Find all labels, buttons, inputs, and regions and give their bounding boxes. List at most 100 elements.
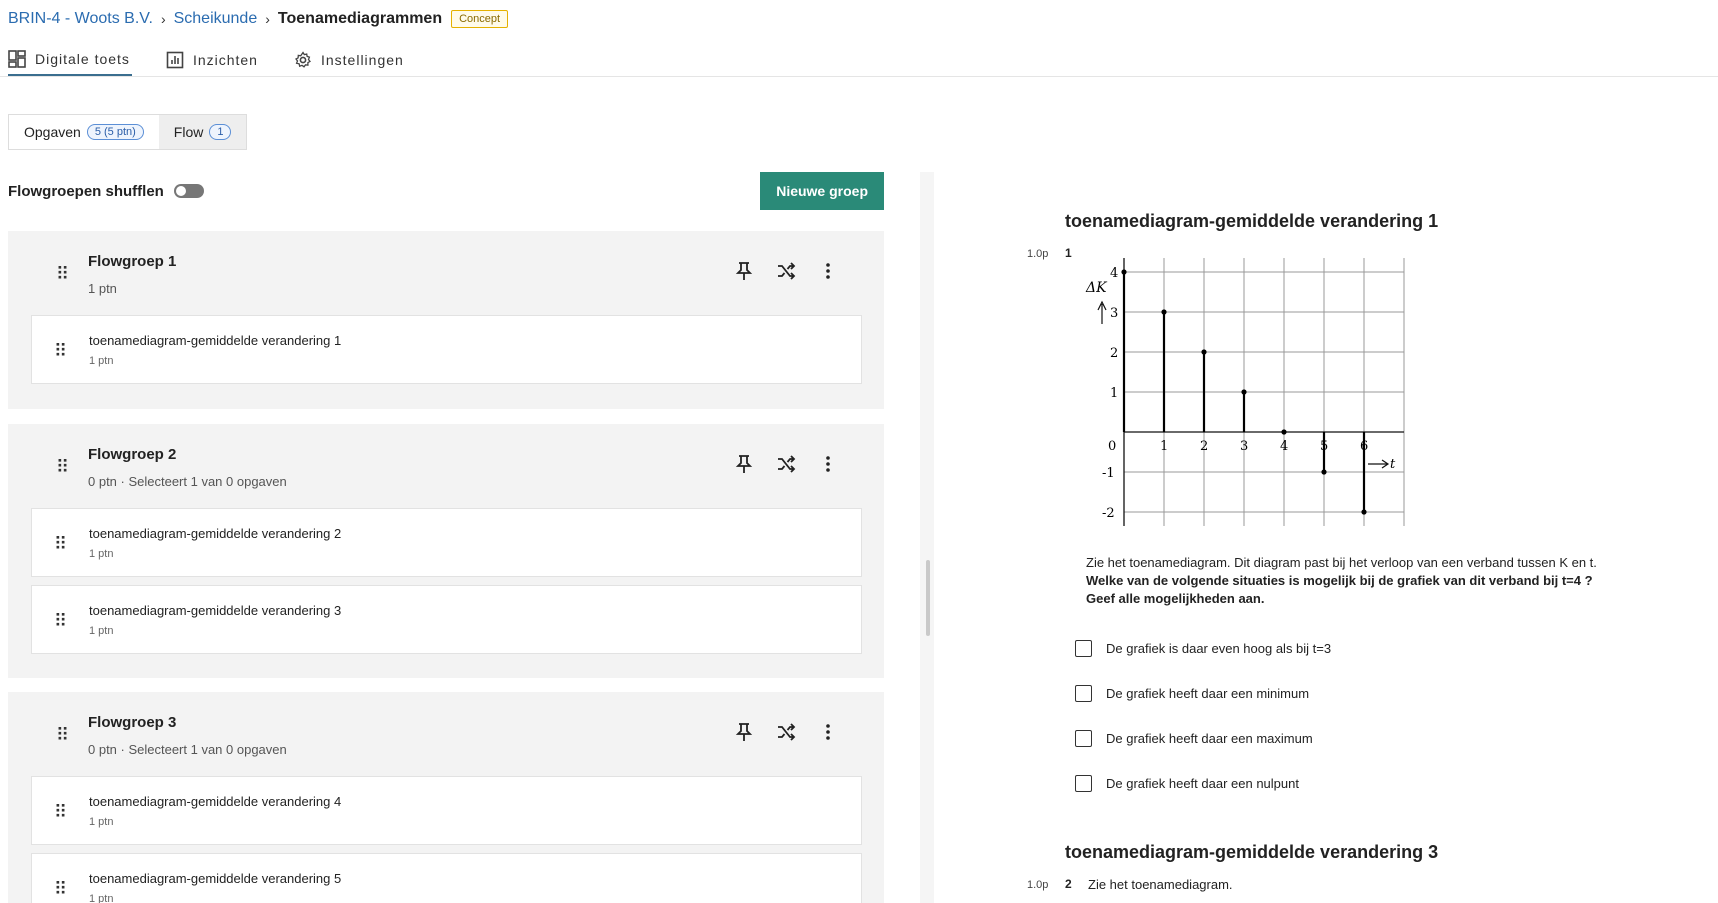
flowgroup-card: ⠿ Flowgroep 3 0 ptn · Selecteert 1 van 0…: [8, 692, 884, 903]
question-prompt: Welke van de volgende situaties is mogel…: [1086, 573, 1593, 588]
drag-handle-icon[interactable]: ⠿: [56, 265, 69, 283]
option-label: De grafiek heeft daar een maximum: [1106, 731, 1313, 746]
list-item[interactable]: ⠿ toenamediagram-gemiddelde verandering …: [31, 508, 862, 577]
flowgroup-actions: [734, 454, 838, 474]
x-tick-label: 5: [1320, 439, 1328, 454]
list-item[interactable]: ⠿ toenamediagram-gemiddelde verandering …: [31, 776, 862, 845]
tab-label: Digitale toets: [35, 51, 130, 67]
data-point: [1321, 469, 1327, 475]
flowgroup-subtitle: 1 ptn: [88, 281, 117, 296]
tab-label: Inzichten: [192, 52, 258, 68]
flowgroup-card: ⠿ Flowgroep 1 1 ptn ⠿ toenamediagram-gem…: [8, 231, 884, 409]
breadcrumb-course[interactable]: Scheikunde: [174, 10, 258, 28]
subtab-flow[interactable]: Flow 1: [158, 115, 247, 149]
tab-inzichten[interactable]: Inzichten: [166, 44, 260, 76]
y-tick-label: 2: [1110, 346, 1118, 361]
data-point: [1121, 269, 1127, 275]
top-nav: Digitale toets Inzichten Instellingen: [8, 44, 406, 76]
tab-digitale-toets[interactable]: Digitale toets: [8, 44, 132, 76]
item-title: toenamediagram-gemiddelde verandering 5: [89, 871, 342, 886]
question-points: 1.0p: [1027, 879, 1049, 891]
x-axis-label: t: [1390, 457, 1396, 472]
list-item[interactable]: ⠿ toenamediagram-gemiddelde verandering …: [31, 315, 862, 384]
shuffle-icon[interactable]: [776, 261, 796, 281]
drag-handle-icon[interactable]: ⠿: [56, 726, 69, 744]
y-tick-label: 1: [1110, 386, 1118, 401]
chart-icon: [166, 51, 184, 69]
answer-option[interactable]: De grafiek heeft daar een minimum: [1075, 685, 1309, 702]
chevron-right-icon: ›: [160, 11, 166, 27]
breadcrumb-org[interactable]: BRIN-4 - Woots B.V.: [8, 10, 153, 28]
item-points: 1 ptn: [89, 625, 114, 637]
x-tick-label: 3: [1240, 439, 1248, 454]
checkbox[interactable]: [1075, 730, 1092, 747]
shuffle-row: Flowgroepen shufflen Nieuwe groep: [8, 172, 884, 210]
shuffle-label: Flowgroepen shufflen: [8, 182, 164, 200]
flowgroup-actions: [734, 261, 838, 281]
item-points: 1 ptn: [89, 893, 114, 903]
question-number: 1: [1065, 246, 1072, 260]
flowgroup-actions: [734, 722, 838, 742]
x-tick-label: 1: [1160, 439, 1168, 454]
y-tick-label: -1: [1102, 466, 1115, 481]
drag-handle-icon[interactable]: ⠿: [56, 458, 69, 476]
y-tick-label: 4: [1110, 266, 1118, 281]
answer-option[interactable]: De grafiek heeft daar een nulpunt: [1075, 775, 1299, 792]
checkbox[interactable]: [1075, 775, 1092, 792]
more-vertical-icon[interactable]: [818, 722, 838, 742]
x-tick-label: 6: [1360, 439, 1368, 454]
pin-icon[interactable]: [734, 722, 754, 742]
checkbox[interactable]: [1075, 640, 1092, 657]
shuffle-icon[interactable]: [776, 454, 796, 474]
drag-handle-icon[interactable]: ⠿: [54, 612, 67, 630]
up-arrow-icon: [1097, 300, 1107, 324]
flowgroup-header: ⠿ Flowgroep 2 0 ptn · Selecteert 1 van 0…: [8, 424, 884, 508]
y-axis-label: ΔK: [1085, 280, 1108, 296]
more-vertical-icon[interactable]: [818, 454, 838, 474]
flowgroup-subtitle: 0 ptn · Selecteert 1 van 0 opgaven: [88, 742, 287, 757]
option-label: De grafiek heeft daar een nulpunt: [1106, 776, 1299, 791]
y-tick-label: -2: [1102, 506, 1115, 521]
flowgroup-title: Flowgroep 3: [88, 714, 177, 731]
drag-handle-icon[interactable]: ⠿: [54, 803, 67, 821]
data-point: [1241, 389, 1247, 395]
checkbox[interactable]: [1075, 685, 1092, 702]
question-intro: Zie het toenamediagram.: [1088, 877, 1233, 892]
gear-icon: [295, 51, 311, 68]
data-point: [1361, 509, 1367, 515]
breadcrumb: BRIN-4 - Woots B.V. › Scheikunde › Toena…: [8, 8, 509, 30]
shuffle-icon[interactable]: [776, 722, 796, 742]
flowgroup-card: ⠿ Flowgroep 2 0 ptn · Selecteert 1 van 0…: [8, 424, 884, 678]
pin-icon[interactable]: [734, 454, 754, 474]
item-points: 1 ptn: [89, 816, 114, 828]
dashboard-icon: [8, 50, 26, 68]
scrollbar-thumb[interactable]: [926, 560, 930, 636]
increase-diagram: 0 1 2 3 4 5 6 4 3 2 1 -1 -2 ΔK t: [1085, 258, 1405, 526]
data-point: [1201, 349, 1207, 355]
x-tick-label: 4: [1280, 439, 1288, 454]
drag-handle-icon[interactable]: ⠿: [54, 535, 67, 553]
count-badge: 1: [209, 124, 232, 140]
item-points: 1 ptn: [89, 355, 114, 367]
scrollbar-track[interactable]: [920, 172, 934, 903]
shuffle-toggle[interactable]: [173, 184, 204, 198]
new-group-button[interactable]: Nieuwe groep: [760, 172, 884, 210]
pin-icon[interactable]: [734, 261, 754, 281]
answer-option[interactable]: De grafiek is daar even hoog als bij t=3: [1075, 640, 1331, 657]
y-tick-label: 3: [1110, 306, 1118, 321]
list-item[interactable]: ⠿ toenamediagram-gemiddelde verandering …: [31, 853, 862, 903]
answer-option[interactable]: De grafiek heeft daar een maximum: [1075, 730, 1313, 747]
count-badge: 5 (5 ptn): [86, 124, 144, 140]
question-text: Zie het toenamediagram. Dit diagram past…: [1086, 554, 1686, 608]
list-item[interactable]: ⠿ toenamediagram-gemiddelde verandering …: [31, 585, 862, 654]
drag-handle-icon[interactable]: ⠿: [54, 880, 67, 898]
tab-instellingen[interactable]: Instellingen: [294, 44, 406, 76]
x-tick-label: 0: [1108, 439, 1116, 454]
question-title: toenamediagram-gemiddelde verandering 1: [1065, 211, 1439, 231]
x-tick-label: 2: [1200, 439, 1208, 454]
question-prompt: Geef alle mogelijkheden aan.: [1086, 591, 1265, 606]
more-vertical-icon[interactable]: [818, 261, 838, 281]
status-badge: Concept: [451, 10, 509, 28]
drag-handle-icon[interactable]: ⠿: [54, 342, 67, 360]
subtab-opgaven[interactable]: Opgaven 5 (5 ptn): [9, 115, 159, 149]
